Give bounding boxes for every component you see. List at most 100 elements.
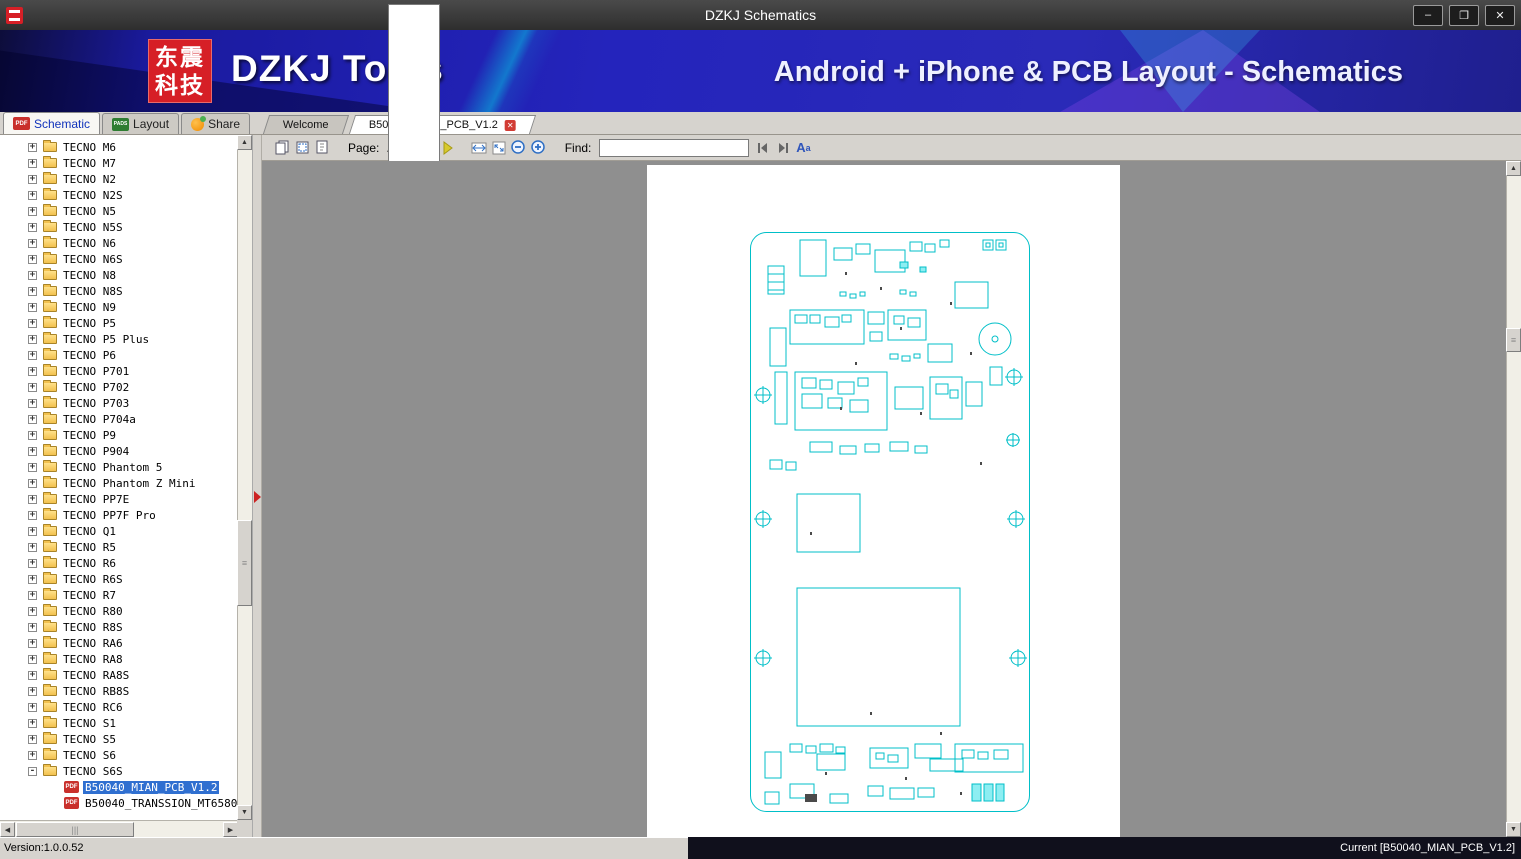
expand-icon[interactable]: + — [28, 542, 37, 552]
tree-item-folder[interactable]: + TECNO P5 — [0, 315, 238, 331]
doc-tab-welcome[interactable]: Welcome — [263, 115, 349, 134]
tree-item-folder[interactable]: + TECNO P6 — [0, 347, 238, 363]
copy-page-icon[interactable] — [272, 138, 292, 158]
expand-icon[interactable]: + — [28, 238, 37, 248]
expand-icon[interactable]: + — [28, 686, 37, 696]
tree-item-folder[interactable]: + TECNO RA6 — [0, 635, 238, 651]
tree-vertical-scrollbar[interactable]: ▲ ≡ ▼ — [237, 135, 252, 820]
expand-icon[interactable]: + — [28, 638, 37, 648]
tree-item-folder[interactable]: + TECNO N8S — [0, 283, 238, 299]
tree-item-folder[interactable]: + TECNO Q1 — [0, 523, 238, 539]
scroll-right-icon[interactable]: ▶ — [223, 822, 238, 837]
scroll-up-icon[interactable]: ▲ — [1506, 161, 1521, 176]
tree-item-folder[interactable]: + TECNO R6 — [0, 555, 238, 571]
expand-icon[interactable]: + — [28, 670, 37, 680]
tree-item-folder[interactable]: + TECNO N9 — [0, 299, 238, 315]
tree-item-folder[interactable]: + TECNO PP7F Pro — [0, 507, 238, 523]
zoom-out-icon[interactable] — [509, 138, 529, 158]
expand-icon[interactable]: + — [28, 558, 37, 568]
tree-hscroll-thumb[interactable]: ||| — [16, 822, 134, 837]
tree-item-folder[interactable]: + TECNO S6 — [0, 747, 238, 763]
fit-width-icon[interactable] — [469, 138, 489, 158]
tree-item-folder[interactable]: + TECNO P9 — [0, 427, 238, 443]
tree-vscroll-thumb[interactable]: ≡ — [237, 520, 252, 606]
scroll-left-icon[interactable]: ◀ — [0, 822, 15, 837]
zoom-in-icon[interactable] — [529, 138, 549, 158]
expand-icon[interactable]: + — [28, 510, 37, 520]
tree-item-folder[interactable]: + TECNO R7 — [0, 587, 238, 603]
expand-icon[interactable]: + — [28, 478, 37, 488]
expand-icon[interactable]: + — [28, 142, 37, 152]
expand-icon[interactable]: + — [28, 702, 37, 712]
scroll-up-icon[interactable]: ▲ — [237, 135, 252, 150]
select-tool-icon[interactable] — [312, 138, 332, 158]
pdf-vertical-scrollbar[interactable]: ▲ ≡ ▼ — [1506, 161, 1521, 837]
expand-icon[interactable]: + — [28, 606, 37, 616]
doc-tab-current[interactable]: B50040_MIAN_PCB_V1.2 ✕ — [348, 115, 536, 134]
tree-item-folder[interactable]: + TECNO N2S — [0, 187, 238, 203]
pdf-vscroll-thumb[interactable]: ≡ — [1506, 328, 1521, 352]
scroll-down-icon[interactable]: ▼ — [237, 805, 252, 820]
tree-item-folder[interactable]: + TECNO N6 — [0, 235, 238, 251]
expand-icon[interactable]: + — [28, 414, 37, 424]
tree-item-folder[interactable]: + TECNO M7 — [0, 155, 238, 171]
tree-item-folder[interactable]: + TECNO RC6 — [0, 699, 238, 715]
expand-icon[interactable]: + — [28, 398, 37, 408]
scroll-down-icon[interactable]: ▼ — [1506, 822, 1521, 837]
expand-icon[interactable]: + — [28, 190, 37, 200]
expand-icon[interactable]: + — [28, 446, 37, 456]
tree-item-folder[interactable]: + TECNO R80 — [0, 603, 238, 619]
tree-item-folder[interactable]: + TECNO P702 — [0, 379, 238, 395]
expand-icon[interactable]: + — [28, 574, 37, 584]
expand-icon[interactable]: + — [28, 254, 37, 264]
expand-icon[interactable]: + — [28, 734, 37, 744]
tree-item-folder[interactable]: + TECNO M6 — [0, 139, 238, 155]
tree-item-folder[interactable]: + TECNO R8S — [0, 619, 238, 635]
collapse-icon[interactable]: - — [28, 766, 37, 776]
tree-item-folder[interactable]: + TECNO PP7E — [0, 491, 238, 507]
pdf-viewer[interactable]: ▲ ≡ ▼ — [262, 161, 1521, 837]
tab-share[interactable]: Share — [181, 113, 251, 134]
snapshot-icon[interactable] — [292, 138, 312, 158]
find-next-icon[interactable] — [773, 138, 793, 158]
expand-icon[interactable]: + — [28, 622, 37, 632]
match-case-icon[interactable]: Aa — [793, 138, 813, 158]
collapse-panel-icon[interactable] — [254, 491, 261, 503]
expand-icon[interactable]: + — [28, 206, 37, 216]
expand-icon[interactable]: + — [28, 174, 37, 184]
expand-icon[interactable]: + — [28, 494, 37, 504]
tree-horizontal-scrollbar[interactable]: ◀ ||| ▶ — [0, 820, 238, 837]
panel-splitter[interactable] — [253, 135, 262, 837]
expand-icon[interactable]: + — [28, 302, 37, 312]
tree-item-folder[interactable]: + TECNO N2 — [0, 171, 238, 187]
expand-icon[interactable]: + — [28, 462, 37, 472]
tree-item-folder[interactable]: + TECNO Phantom 5 — [0, 459, 238, 475]
tree-item-folder[interactable]: - TECNO S6S — [0, 763, 238, 779]
tree-item-folder[interactable]: + TECNO P704a — [0, 411, 238, 427]
expand-icon[interactable]: + — [28, 430, 37, 440]
expand-icon[interactable]: + — [28, 222, 37, 232]
expand-icon[interactable]: + — [28, 286, 37, 296]
tree-item-folder[interactable]: + TECNO RA8S — [0, 667, 238, 683]
tree-item-folder[interactable]: + TECNO S1 — [0, 715, 238, 731]
tree-item-folder[interactable]: + TECNO Phantom Z Mini — [0, 475, 238, 491]
tree-item-folder[interactable]: + TECNO R6S — [0, 571, 238, 587]
tree-item-folder[interactable]: + TECNO R5 — [0, 539, 238, 555]
find-input[interactable] — [599, 138, 750, 157]
expand-icon[interactable]: + — [28, 654, 37, 664]
expand-icon[interactable]: + — [28, 318, 37, 328]
tree-item-folder[interactable]: + TECNO N8 — [0, 267, 238, 283]
expand-icon[interactable]: + — [28, 382, 37, 392]
expand-icon[interactable]: + — [28, 350, 37, 360]
tree-item-folder[interactable]: + TECNO P701 — [0, 363, 238, 379]
tree-item-folder[interactable]: + TECNO N6S — [0, 251, 238, 267]
expand-icon[interactable]: + — [28, 334, 37, 344]
tree-item-folder[interactable]: + TECNO P5 Plus — [0, 331, 238, 347]
expand-icon[interactable]: + — [28, 270, 37, 280]
expand-icon[interactable]: + — [28, 750, 37, 760]
tree-item-folder[interactable]: + TECNO S5 — [0, 731, 238, 747]
tree-item-pdf[interactable]: PDF B50040_TRANSSION_MT6580_M — [0, 795, 238, 811]
find-previous-icon[interactable] — [753, 138, 773, 158]
tree-item-folder[interactable]: + TECNO RB8S — [0, 683, 238, 699]
expand-icon[interactable]: + — [28, 158, 37, 168]
